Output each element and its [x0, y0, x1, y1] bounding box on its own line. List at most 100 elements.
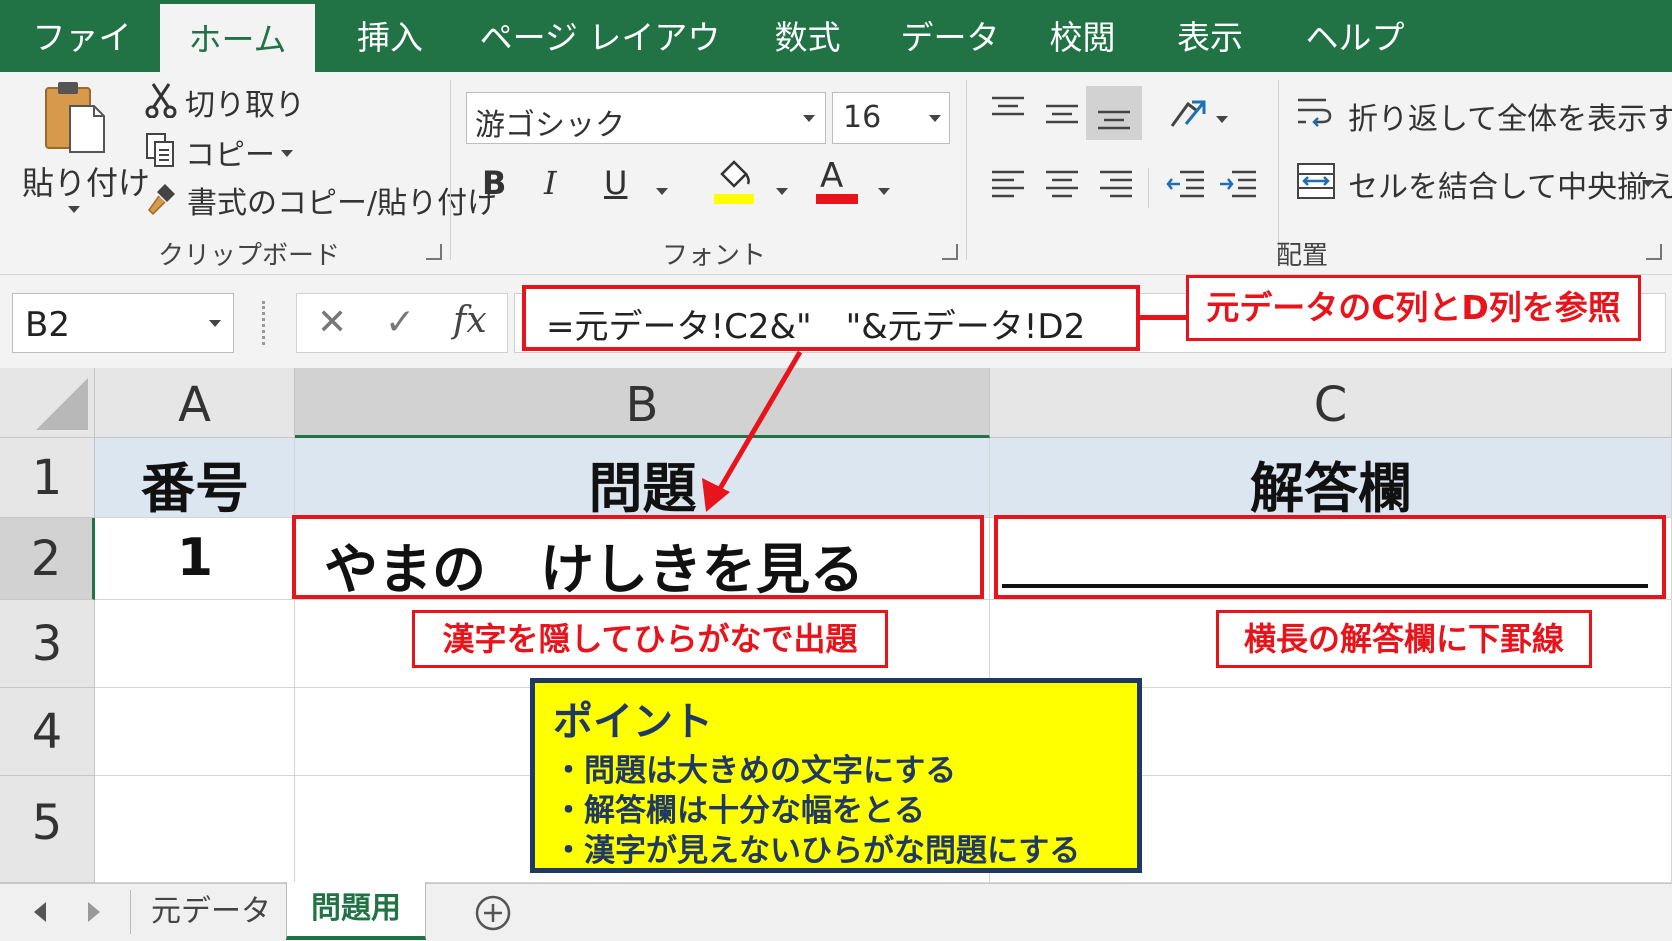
cell-a1-text: 番号 — [141, 457, 249, 520]
tab-home[interactable]: ホーム — [160, 4, 315, 72]
chevron-down-icon — [281, 150, 293, 157]
callout-connector — [1138, 315, 1188, 320]
align-bottom-button[interactable] — [1086, 86, 1142, 140]
point-item: ・問題は大きめの文字にする — [553, 753, 957, 789]
fill-color-options-icon[interactable] — [776, 188, 788, 195]
clipboard-group-label: クリップボード — [158, 241, 341, 271]
font-color-swatch — [816, 194, 858, 204]
formula-text[interactable]: =元データ!C2&" "&元データ!D2 — [546, 299, 1085, 348]
font-name-dropdown[interactable]: 游ゴシック — [466, 92, 826, 144]
cell-b1[interactable]: 問題 — [295, 438, 990, 520]
wrap-text-label: 折り返して全体を表示する — [1348, 102, 1672, 137]
align-right-icon[interactable] — [1098, 168, 1134, 202]
formula-buttons: ✕ ✓ fx — [296, 293, 508, 353]
decrease-indent-icon[interactable] — [1166, 168, 1206, 202]
merge-cells-icon — [1297, 163, 1335, 199]
copy-label: コピー — [185, 138, 275, 173]
font-size-dropdown[interactable]: 16 — [832, 92, 950, 144]
paste-label: 貼り付け — [22, 164, 151, 202]
row-header-1[interactable]: 1 — [0, 438, 95, 518]
wrap-text-button[interactable]: 折り返して全体を表示する — [1296, 90, 1672, 140]
row-header-5[interactable]: 5 — [0, 776, 95, 883]
enter-button[interactable]: ✓ — [385, 302, 415, 343]
select-all-corner[interactable] — [0, 368, 95, 438]
chevron-down-icon — [68, 206, 80, 213]
formula-bar: B2 ✕ ✓ fx =元データ!C2&" "&元データ!D2 元データのC列とD… — [0, 275, 1672, 368]
tab-review[interactable]: 校閲 — [1030, 0, 1135, 72]
name-box[interactable]: B2 — [12, 293, 234, 353]
format-painter-button[interactable]: 書式のコピー/貼り付け — [145, 178, 497, 222]
scroll-right-icon[interactable] — [88, 902, 100, 922]
answer-highlight-box — [994, 515, 1666, 599]
increase-indent-icon[interactable] — [1218, 168, 1258, 202]
column-header-b[interactable]: B — [295, 368, 990, 438]
cell-a4[interactable] — [95, 688, 295, 776]
clipboard-launcher-icon[interactable] — [426, 244, 442, 260]
row-header-4[interactable]: 4 — [0, 688, 95, 776]
cell-a5[interactable] — [95, 776, 295, 883]
chevron-down-icon — [209, 320, 221, 327]
tab-view[interactable]: 表示 — [1160, 0, 1260, 72]
alignment-group-label: 配置 — [1276, 241, 1329, 271]
scroll-left-icon[interactable] — [34, 902, 46, 922]
orientation-icon[interactable] — [1166, 94, 1210, 134]
font-group-label: フォント — [662, 241, 767, 271]
cut-button[interactable]: 切り取り — [145, 80, 305, 124]
chevron-down-icon — [803, 115, 815, 122]
fill-color-swatch — [714, 194, 754, 204]
name-box-value: B2 — [25, 305, 70, 345]
insert-function-button[interactable]: fx — [453, 300, 487, 341]
alignment-launcher-icon[interactable] — [1646, 244, 1662, 260]
merge-center-label: セルを結合して中央揃え — [1348, 170, 1672, 205]
paint-bucket-icon — [720, 160, 750, 188]
cell-a3[interactable] — [95, 600, 295, 688]
align-top-icon[interactable] — [990, 94, 1026, 124]
group-divider — [450, 80, 451, 260]
wrap-text-icon — [1298, 98, 1332, 127]
group-divider — [966, 80, 967, 260]
divider — [1148, 168, 1149, 208]
sheet-tab-questions[interactable]: 問題用 — [286, 882, 426, 940]
tab-file[interactable]: ファイル — [18, 0, 146, 133]
bold-button[interactable]: B — [482, 164, 506, 202]
chevron-down-icon — [929, 115, 941, 122]
underline-options-icon[interactable] — [656, 188, 668, 195]
tab-help[interactable]: ヘルプ — [1290, 0, 1420, 72]
copy-button[interactable]: コピー — [145, 130, 305, 174]
cell-c1[interactable]: 解答欄 — [990, 438, 1672, 520]
tab-formulas[interactable]: 数式 — [755, 0, 860, 72]
align-left-icon[interactable] — [990, 168, 1026, 202]
point-item: ・漢字が見えないひらがな問題にする — [553, 833, 1081, 869]
cell-a2[interactable]: 1 — [95, 518, 295, 600]
fill-color-button[interactable] — [712, 160, 756, 208]
scissors-icon — [145, 83, 177, 118]
tab-insert[interactable]: 挿入 — [335, 0, 445, 72]
italic-button[interactable]: I — [544, 164, 557, 202]
font-color-button[interactable]: A — [814, 156, 860, 208]
point-item: ・解答欄は十分な幅をとる — [553, 793, 925, 829]
align-center-icon[interactable] — [1044, 168, 1080, 202]
tab-data[interactable]: データ — [895, 0, 1005, 72]
font-size-value: 16 — [843, 100, 882, 135]
font-color-options-icon[interactable] — [878, 188, 890, 195]
sheet-tab-bar: 元データ 問題用 — [0, 882, 1672, 941]
cancel-button[interactable]: ✕ — [317, 302, 347, 343]
align-middle-icon[interactable] — [1044, 98, 1080, 128]
divider — [1278, 80, 1279, 260]
splitter-handle[interactable] — [262, 301, 268, 345]
tab-page-layout[interactable]: ページ レイアウト — [475, 0, 725, 133]
ribbon-tab-bar: ファイル ホーム 挿入 ページ レイアウト 数式 データ 校閲 表示 ヘルプ — [0, 0, 1672, 133]
worksheet-grid: A B C 1 2 3 4 5 番号 問題 解答欄 1 やまの けしきを見る 漢… — [0, 368, 1672, 883]
add-sheet-icon[interactable] — [474, 894, 512, 932]
column-header-c[interactable]: C — [990, 368, 1672, 438]
sheet-tab-source-data[interactable]: 元データ — [138, 884, 284, 940]
font-launcher-icon[interactable] — [942, 244, 958, 260]
cell-a1[interactable]: 番号 — [95, 438, 295, 520]
row-header-3[interactable]: 3 — [0, 600, 95, 688]
row-header-2[interactable]: 2 — [0, 518, 95, 600]
orientation-options-icon[interactable] — [1216, 116, 1228, 123]
merge-center-button[interactable]: セルを結合して中央揃え — [1296, 158, 1672, 208]
paste-button[interactable]: 貼り付け — [18, 76, 150, 276]
column-header-a[interactable]: A — [95, 368, 295, 438]
underline-button[interactable]: U — [604, 164, 627, 202]
